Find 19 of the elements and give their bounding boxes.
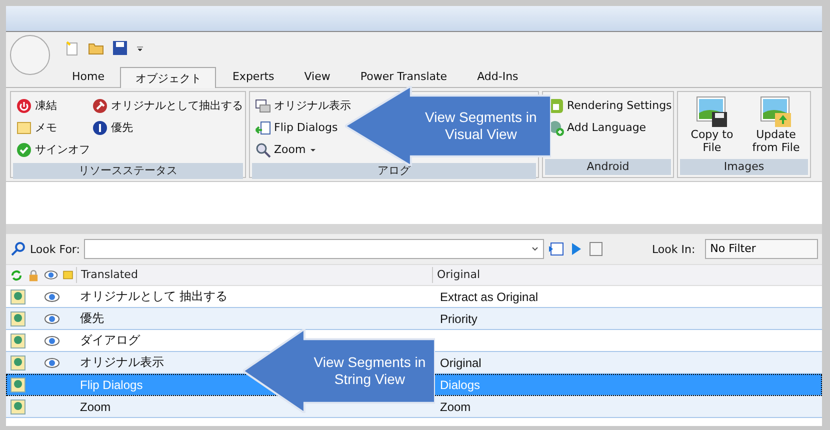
table-cell: Original — [440, 356, 482, 370]
table-cell: Zoom — [440, 400, 471, 414]
table-cell: Flip Dialogs — [80, 378, 143, 392]
table-cell: Dialogs — [440, 378, 480, 392]
group-label: アログ — [252, 163, 536, 179]
look-for-label: Look For: — [30, 242, 80, 256]
callout-text: View Segments in Visual View — [424, 109, 538, 143]
table-cell: 優先 — [80, 310, 104, 327]
table-cell: Zoom — [80, 400, 111, 414]
table-cell: オリジナルとして 抽出する — [80, 288, 228, 305]
table-cell: ダイアログ — [80, 332, 140, 349]
table-cell: Extract as Original — [440, 290, 538, 304]
table-cell: オリジナル表示 — [80, 354, 164, 371]
group-label: リソースステータス — [13, 163, 243, 179]
group-label: Images — [680, 159, 808, 175]
table-cell: Priority — [440, 312, 478, 326]
group-label: Android — [545, 159, 671, 175]
look-in-label: Look In: — [652, 242, 696, 256]
callout-text: View Segments in String View — [312, 354, 427, 388]
